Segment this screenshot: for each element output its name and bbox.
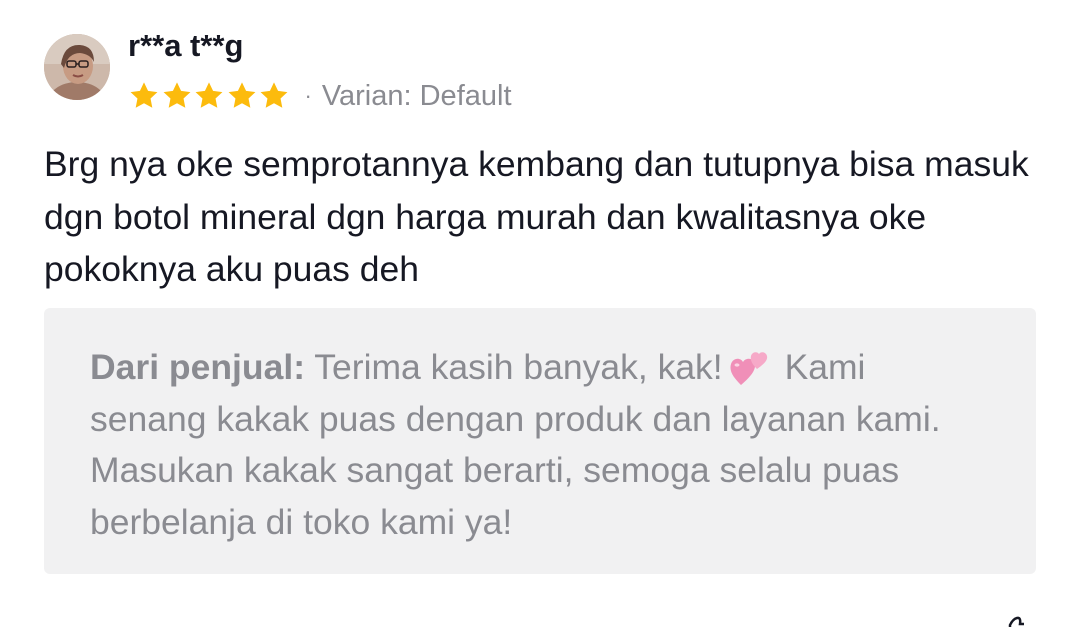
avatar[interactable] bbox=[44, 34, 110, 100]
star-rating bbox=[128, 80, 291, 112]
seller-reply-label: Dari penjual: bbox=[90, 347, 306, 387]
like-icon[interactable] bbox=[1004, 615, 1030, 627]
two-hearts-icon bbox=[730, 352, 767, 385]
variant-label: Varian: Default bbox=[321, 80, 512, 112]
star-icon bbox=[163, 82, 190, 108]
reviewer-name[interactable]: r**a t**g bbox=[128, 26, 243, 66]
star-icon bbox=[195, 82, 223, 108]
review-text: Brg nya oke semprotannya kembang dan tut… bbox=[44, 144, 1029, 289]
review-card: r**a t**g · Varian: Default Brg nya oke … bbox=[0, 0, 1080, 627]
review-meta: · Varian: Default bbox=[128, 76, 512, 116]
separator-dot: · bbox=[304, 83, 312, 108]
star-icon bbox=[228, 82, 255, 108]
seller-reply-part-1: Terima kasih banyak, kak! bbox=[314, 347, 723, 387]
seller-reply-text: Dari penjual: Terima kasih banyak, kak! … bbox=[90, 342, 990, 548]
seller-reply: Dari penjual: Terima kasih banyak, kak! … bbox=[44, 308, 1036, 574]
star-icon bbox=[130, 82, 158, 108]
star-icon bbox=[260, 82, 288, 108]
